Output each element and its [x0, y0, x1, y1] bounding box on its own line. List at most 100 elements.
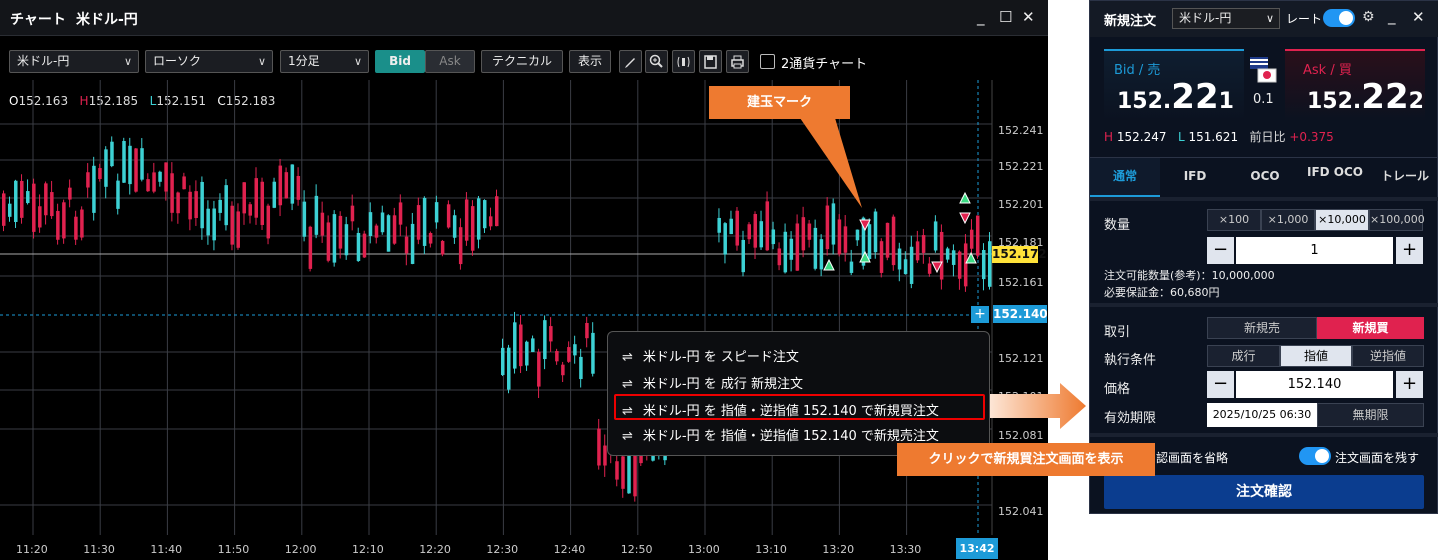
sound-icon[interactable] — [672, 50, 695, 73]
candle-body — [440, 240, 445, 255]
candle-body — [615, 461, 619, 480]
expiry-none-button[interactable]: 無期限 — [1317, 403, 1424, 427]
candle-body — [266, 205, 271, 239]
quantity-step-button[interactable]: ×1,000 — [1261, 209, 1315, 231]
maximize-button[interactable]: ☐ — [999, 8, 1012, 26]
candle-body — [374, 225, 379, 238]
time-tick: 12:30 — [486, 543, 519, 556]
context-menu-item-limit-sell[interactable]: ⇌ 米ドル-円 を 指値・逆指値 152.140 で新規売注文 — [622, 425, 939, 444]
add-order-plus-button[interactable]: + — [971, 306, 989, 323]
expiry-date-input[interactable]: 2025/10/25 06:30 — [1207, 403, 1317, 427]
tab-2[interactable]: OCO — [1230, 158, 1300, 198]
trade-buy-button[interactable]: 新規買 — [1317, 317, 1424, 339]
quantity-step-button[interactable]: ×100,000 — [1369, 209, 1425, 231]
candle-body — [134, 148, 138, 192]
keep-screen-toggle[interactable] — [1299, 447, 1331, 465]
condition-limit-button[interactable]: 指値 — [1280, 345, 1352, 367]
bid-toggle[interactable]: Bid — [375, 50, 425, 73]
candle-body — [236, 211, 240, 248]
time-tick: 12:50 — [620, 543, 653, 556]
price-tick: 152.121 — [998, 352, 1044, 365]
expiry-label: 有効期限 — [1104, 411, 1157, 426]
close-button[interactable]: ✕ — [1022, 8, 1035, 26]
chart-type-select[interactable]: ローソク ∨ — [145, 50, 273, 73]
interval-select[interactable]: 1分足 ∨ — [280, 50, 369, 73]
tab-1[interactable]: IFD — [1160, 158, 1230, 198]
candle-body — [116, 180, 120, 209]
position-mark-icon[interactable] — [959, 212, 971, 225]
quantity-step-button[interactable]: ×100 — [1207, 209, 1261, 231]
order-window: 新規注文 米ドル-円 ∨ レート ⚙ _ ✕ Bid / 売 152.221 0.… — [1089, 0, 1438, 514]
position-mark-icon[interactable] — [823, 258, 835, 271]
candle-body — [897, 248, 902, 270]
candle-body — [290, 164, 295, 204]
quantity-step-button[interactable]: ×10,000 — [1315, 209, 1369, 231]
divider — [1090, 433, 1438, 437]
skip-confirm-label: 認画面を省略 — [1156, 451, 1229, 465]
candle-body — [488, 216, 493, 227]
candle-body — [597, 428, 601, 466]
candle-body — [272, 181, 277, 208]
condition-market-button[interactable]: 成行 — [1207, 345, 1280, 367]
price-input[interactable]: 152.140 — [1236, 371, 1393, 398]
chevron-down-icon: ∨ — [123, 55, 132, 68]
quantity-plus-button[interactable]: + — [1396, 237, 1423, 264]
candle-body — [891, 216, 896, 266]
print-icon[interactable] — [726, 50, 749, 73]
bid-line-price-label[interactable]: 152.140 — [993, 305, 1048, 323]
candle-body — [62, 202, 66, 239]
bid-panel[interactable]: Bid / 売 152.221 — [1104, 49, 1244, 121]
symbol-select[interactable]: 米ドル-円 ∨ — [9, 50, 139, 73]
minimize-button[interactable]: _ — [1388, 7, 1396, 25]
zoom-icon[interactable] — [645, 50, 668, 73]
close-button[interactable]: ✕ — [1412, 8, 1425, 26]
tab-0[interactable]: 通常 — [1090, 158, 1160, 198]
quantity-input[interactable]: 1 — [1236, 237, 1393, 264]
time-tick: 13:00 — [688, 543, 720, 556]
two-currency-checkbox[interactable] — [760, 54, 775, 69]
tab-3[interactable]: IFD OCO — [1300, 158, 1370, 198]
candle-body — [380, 212, 385, 233]
candle-body — [302, 201, 307, 237]
technical-button[interactable]: テクニカル — [481, 50, 563, 73]
symbol-select-value: 米ドル-円 — [17, 54, 70, 68]
candle-body — [909, 246, 914, 284]
candle-body — [963, 243, 968, 287]
pencil-icon[interactable] — [619, 50, 642, 73]
candle-body — [879, 241, 884, 273]
display-button[interactable]: 表示 — [569, 50, 611, 73]
ask-panel[interactable]: Ask / 買 152.222 — [1285, 49, 1425, 121]
price-minus-button[interactable]: − — [1207, 371, 1234, 398]
order-symbol-select[interactable]: 米ドル-円 ∨ — [1172, 8, 1280, 29]
candle-body — [176, 192, 180, 214]
candle-body — [452, 215, 457, 238]
context-menu-item-market[interactable]: ⇌ 米ドル-円 を 成行 新規注文 — [622, 373, 803, 392]
save-icon[interactable] — [699, 50, 722, 73]
condition-stop-button[interactable]: 逆指値 — [1352, 345, 1424, 367]
current-time-badge: 13:42 — [956, 538, 998, 559]
trade-sell-button[interactable]: 新規売 — [1207, 317, 1317, 339]
bid-label: Bid / 売 — [1114, 63, 1161, 78]
candle-body — [981, 250, 986, 280]
quantity-minus-button[interactable]: − — [1207, 237, 1234, 264]
candle-body — [212, 208, 216, 241]
ask-toggle[interactable]: Ask — [425, 50, 475, 73]
gear-icon[interactable]: ⚙ — [1362, 9, 1375, 25]
candle-body — [92, 165, 96, 213]
context-menu-item-speed[interactable]: ⇌ 米ドル-円 を スピード注文 — [622, 346, 799, 365]
candle-body — [903, 259, 908, 274]
confirm-order-button[interactable]: 注文確認 — [1104, 475, 1424, 509]
candle-body — [368, 212, 373, 237]
price-plus-button[interactable]: + — [1396, 371, 1423, 398]
candle-body — [573, 344, 577, 356]
candle-body — [194, 191, 198, 219]
rate-toggle[interactable] — [1323, 9, 1355, 27]
tab-4[interactable]: トレール — [1370, 158, 1438, 198]
order-titlebar: 新規注文 米ドル-円 ∨ レート ⚙ _ ✕ — [1090, 1, 1438, 37]
candle-body — [476, 198, 481, 240]
minimize-button[interactable]: _ — [977, 8, 985, 26]
candle-body — [723, 223, 727, 255]
candlestick-plot[interactable] — [0, 80, 1048, 540]
candle-body — [2, 193, 6, 226]
candle-body — [50, 192, 54, 217]
